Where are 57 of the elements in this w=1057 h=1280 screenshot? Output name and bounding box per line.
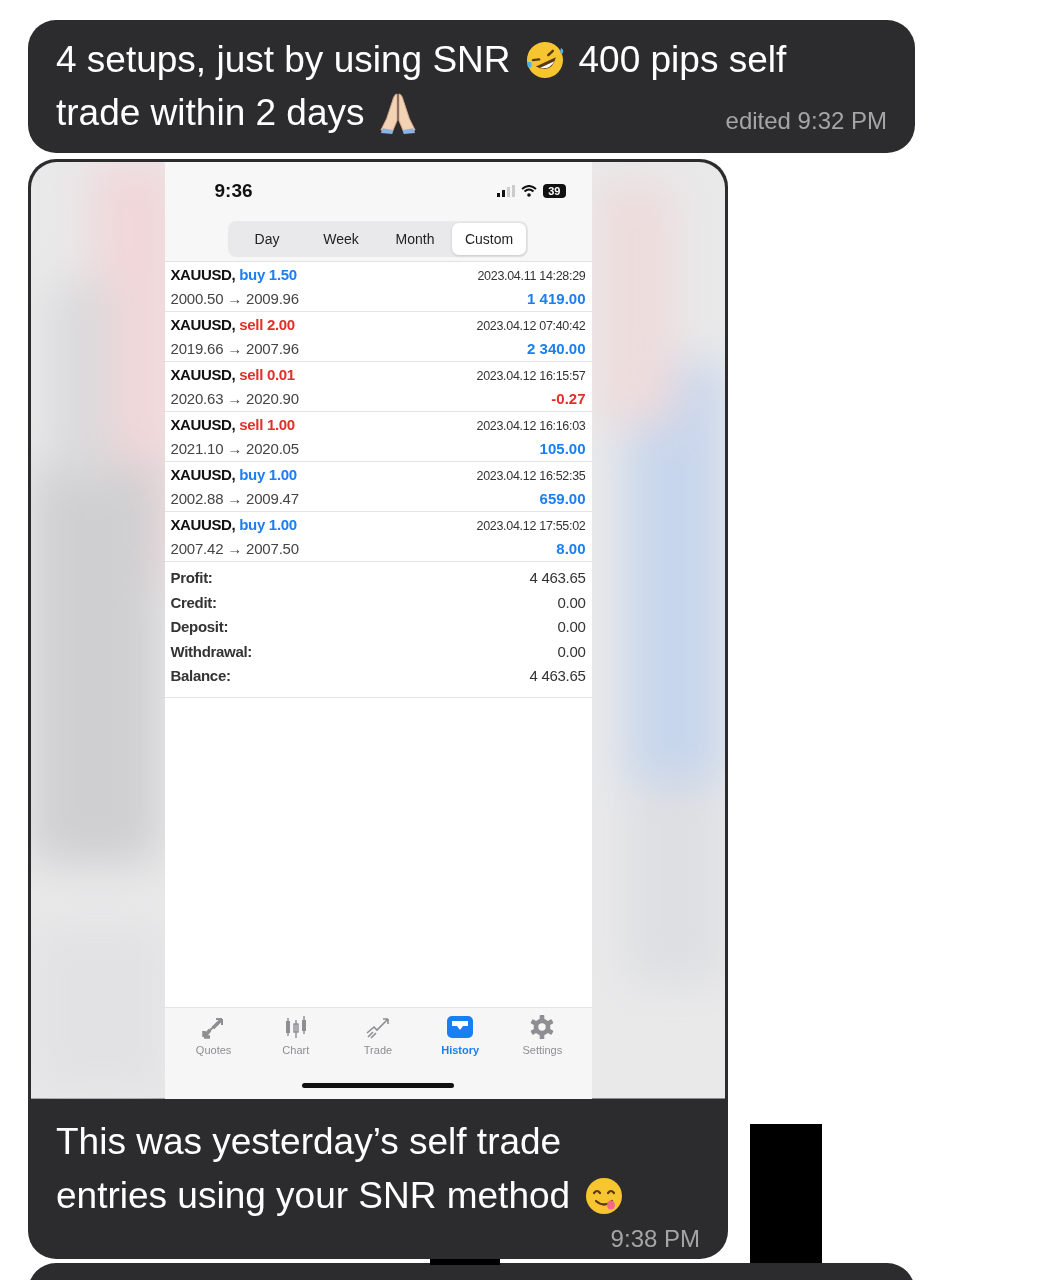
trade-order: sell 1.00 [239, 414, 295, 435]
trade-profit: 659.00 [539, 488, 586, 509]
trade-order: buy 1.00 [239, 464, 297, 485]
trade-symbol: XAUUSD, [170, 414, 236, 435]
battery-indicator: 39 [543, 183, 566, 198]
status-time: 9:36 [214, 179, 253, 202]
trade-prices: 2000.50 → 2009.96 [170, 288, 299, 309]
trade-prices: 2019.66 → 2007.96 [170, 338, 299, 359]
tab-bar-item[interactable]: History [430, 1013, 491, 1072]
period-tab[interactable]: Day [230, 223, 304, 255]
trade-row[interactable]: XAUUSD, sell 2.00 2023.04.12 07:40:42 2019.66 → 2007.96 2 340.00 [164, 312, 592, 362]
trade-time: 2023.04.12 07:40:42 [476, 317, 586, 335]
trade-profit: -0.27 [551, 388, 586, 409]
trade-symbol: XAUUSD, [170, 464, 236, 485]
trade-time: 2023.04.12 17:55:02 [476, 517, 586, 535]
trade-row[interactable]: XAUUSD, buy 1.50 2023.04.11 14:28:29 2000.50 → 2009.96 1 419.00 [164, 262, 592, 312]
trade-time: 2023.04.12 16:16:03 [476, 417, 586, 435]
trade-row[interactable]: XAUUSD, buy 1.00 2023.04.12 17:55:02 2007.42 → 2007.50 8.00 [164, 512, 592, 562]
trade-profit: 8.00 [556, 538, 586, 559]
trade-profit: 1 419.00 [527, 288, 586, 309]
trade-time: 2023.04.12 16:15:57 [476, 367, 586, 385]
trade-order: sell 2.00 [239, 314, 295, 335]
message-time: 9:38 PM [610, 1224, 700, 1253]
trade-time: 2023.04.11 14:28:29 [477, 267, 586, 285]
trade-order: buy 1.00 [239, 514, 297, 535]
trade-profit: 2 340.00 [527, 338, 586, 359]
summary-value: 0.00 [557, 641, 586, 662]
summary-value: 0.00 [557, 617, 586, 637]
trade-time: 2023.04.12 16:52:35 [476, 467, 586, 485]
trade-prices: 2002.88 → 2009.47 [170, 488, 299, 509]
summary-value: 4 463.65 [529, 666, 586, 686]
period-tab[interactable]: Month [378, 223, 452, 255]
summary-value: 4 463.65 [529, 568, 586, 588]
summary-label: Withdrawal: [170, 641, 253, 662]
summary-value: 0.00 [557, 592, 586, 613]
summary-label: Balance: [170, 666, 231, 686]
summary-label: Credit: [170, 592, 217, 613]
summary-label: Profit: [170, 568, 213, 588]
message-text: 4 setups, just by using SNR [56, 38, 511, 81]
summary-label: Deposit: [170, 617, 229, 637]
trade-order: sell 0.01 [239, 364, 295, 385]
period-tab[interactable]: Custom [452, 223, 526, 255]
trade-prices: 2021.10 → 2020.05 [170, 438, 299, 459]
trade-symbol: XAUUSD, [170, 314, 236, 335]
trade-order: buy 1.50 [239, 264, 297, 285]
trade-symbol: XAUUSD, [170, 364, 236, 385]
trade-prices: 2007.42 → 2007.50 [170, 538, 299, 559]
message-text: This was yesterday’s self trade [56, 1120, 562, 1163]
trade-symbol: XAUUSD, [170, 264, 236, 285]
trade-prices: 2020.63 → 2020.90 [170, 388, 299, 409]
trade-symbol: XAUUSD, [170, 514, 236, 535]
message-text: trade within 2 days [56, 91, 365, 134]
message-text: entries using your SNR method [56, 1174, 571, 1217]
message-time: edited 9:32 PM [725, 107, 887, 136]
period-tab[interactable]: Week [304, 223, 378, 255]
message-text: 400 pips self [578, 38, 787, 81]
trade-profit: 105.00 [539, 438, 586, 459]
